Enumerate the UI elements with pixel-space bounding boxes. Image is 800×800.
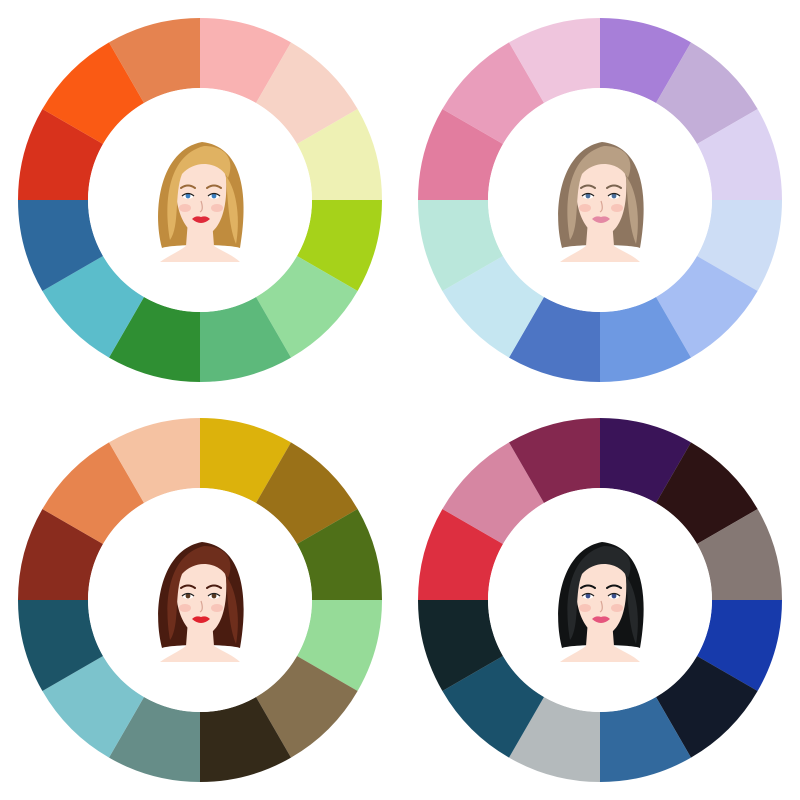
portrait-cheek-left bbox=[179, 604, 191, 612]
portrait-cheek-right bbox=[211, 204, 223, 212]
seasonal-color-wheels bbox=[18, 18, 782, 782]
portrait-cheek-right bbox=[611, 604, 623, 612]
portrait-cheek-right bbox=[611, 204, 623, 212]
warm-deep-wheel bbox=[18, 418, 382, 782]
cool-light-wheel bbox=[418, 18, 782, 382]
portrait-cheek-left bbox=[179, 204, 191, 212]
warm-light-wheel bbox=[18, 18, 382, 382]
portrait-cheek-right bbox=[211, 604, 223, 612]
cool-deep-wheel bbox=[418, 418, 782, 782]
portrait-cheek-left bbox=[579, 204, 591, 212]
portrait-cheek-left bbox=[579, 604, 591, 612]
